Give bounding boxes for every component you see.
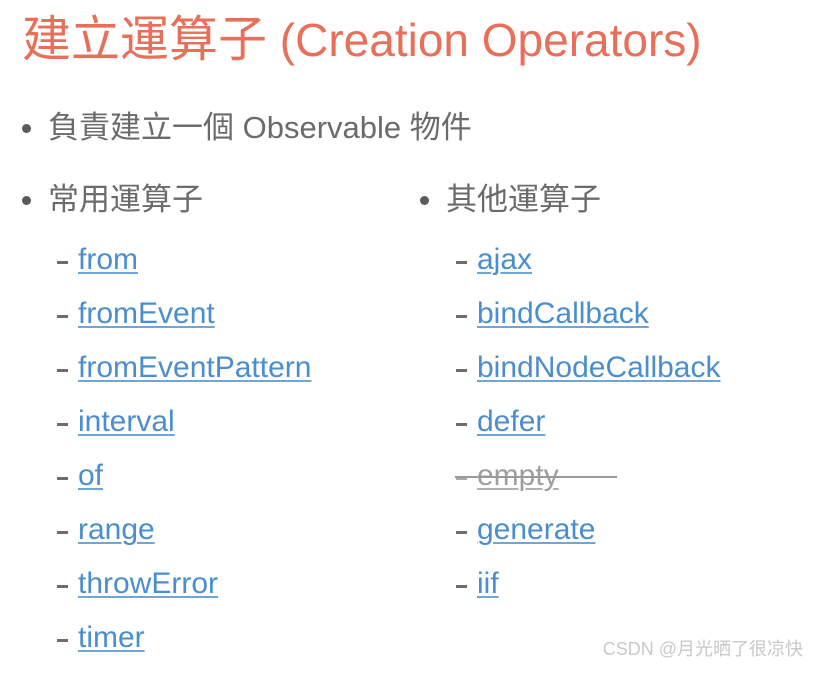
- operator-link-fromeventpattern[interactable]: fromEventPattern: [78, 351, 311, 385]
- right-column-heading-label: 其他運算子: [446, 182, 601, 217]
- operator-link-iif[interactable]: iif: [477, 567, 499, 601]
- strikethrough-line: [455, 476, 617, 478]
- page-title: 建立運算子 (Creation Operators): [22, 8, 812, 72]
- left-column-heading-row: 常用運算子: [22, 180, 203, 220]
- list-item[interactable]: defer: [455, 405, 721, 459]
- operator-link-timer[interactable]: timer: [78, 621, 145, 655]
- operator-link-interval[interactable]: interval: [78, 405, 175, 439]
- slide-canvas: 建立運算子 (Creation Operators) 負責建立一個 Observ…: [0, 0, 821, 674]
- list-item[interactable]: bindCallback: [455, 297, 721, 351]
- page-title-english: (Creation Operators): [267, 14, 702, 66]
- left-operator-list: from fromEvent fromEventPattern interval…: [56, 243, 311, 675]
- list-item[interactable]: of: [56, 459, 311, 513]
- operator-link-generate[interactable]: generate: [477, 513, 595, 547]
- list-item[interactable]: ajax: [455, 243, 721, 297]
- list-item[interactable]: range: [56, 513, 311, 567]
- lead-bullet-row: 負責建立一個 Observable 物件: [22, 108, 472, 148]
- operator-link-bindcallback[interactable]: bindCallback: [477, 297, 649, 331]
- csdn-watermark: CSDN @月光晒了很凉快: [602, 639, 803, 659]
- bullet-dot-icon: [22, 196, 31, 205]
- list-item[interactable]: from: [56, 243, 311, 297]
- list-item[interactable]: bindNodeCallback: [455, 351, 721, 405]
- operator-link-throwerror[interactable]: throwError: [78, 567, 218, 601]
- list-item[interactable]: fromEvent: [56, 297, 311, 351]
- lead-bullet-label: 負責建立一個 Observable 物件: [48, 110, 472, 145]
- operator-link-fromevent[interactable]: fromEvent: [78, 297, 215, 331]
- list-item[interactable]: iif: [455, 567, 721, 621]
- right-operator-list: ajax bindCallback bindNodeCallback defer…: [455, 243, 721, 621]
- operator-link-range[interactable]: range: [78, 513, 155, 547]
- operator-link-of[interactable]: of: [78, 459, 103, 493]
- right-column-heading-row: 其他運算子: [420, 180, 601, 220]
- operator-link-defer[interactable]: defer: [477, 405, 545, 439]
- left-column-heading-label: 常用運算子: [48, 182, 203, 217]
- list-item[interactable]: throwError: [56, 567, 311, 621]
- operator-link-ajax[interactable]: ajax: [477, 243, 532, 277]
- bullet-dot-icon: [420, 196, 429, 205]
- bullet-dot-icon: [22, 124, 31, 133]
- list-item[interactable]: interval: [56, 405, 311, 459]
- list-item[interactable]: timer: [56, 621, 311, 675]
- page-title-cjk: 建立運算子: [22, 13, 268, 67]
- operator-link-bindnodecallback[interactable]: bindNodeCallback: [477, 351, 721, 385]
- operator-link-from[interactable]: from: [78, 243, 138, 277]
- list-item[interactable]: generate: [455, 513, 721, 567]
- list-item[interactable]: fromEventPattern: [56, 351, 311, 405]
- list-item-deprecated[interactable]: empty: [455, 459, 721, 513]
